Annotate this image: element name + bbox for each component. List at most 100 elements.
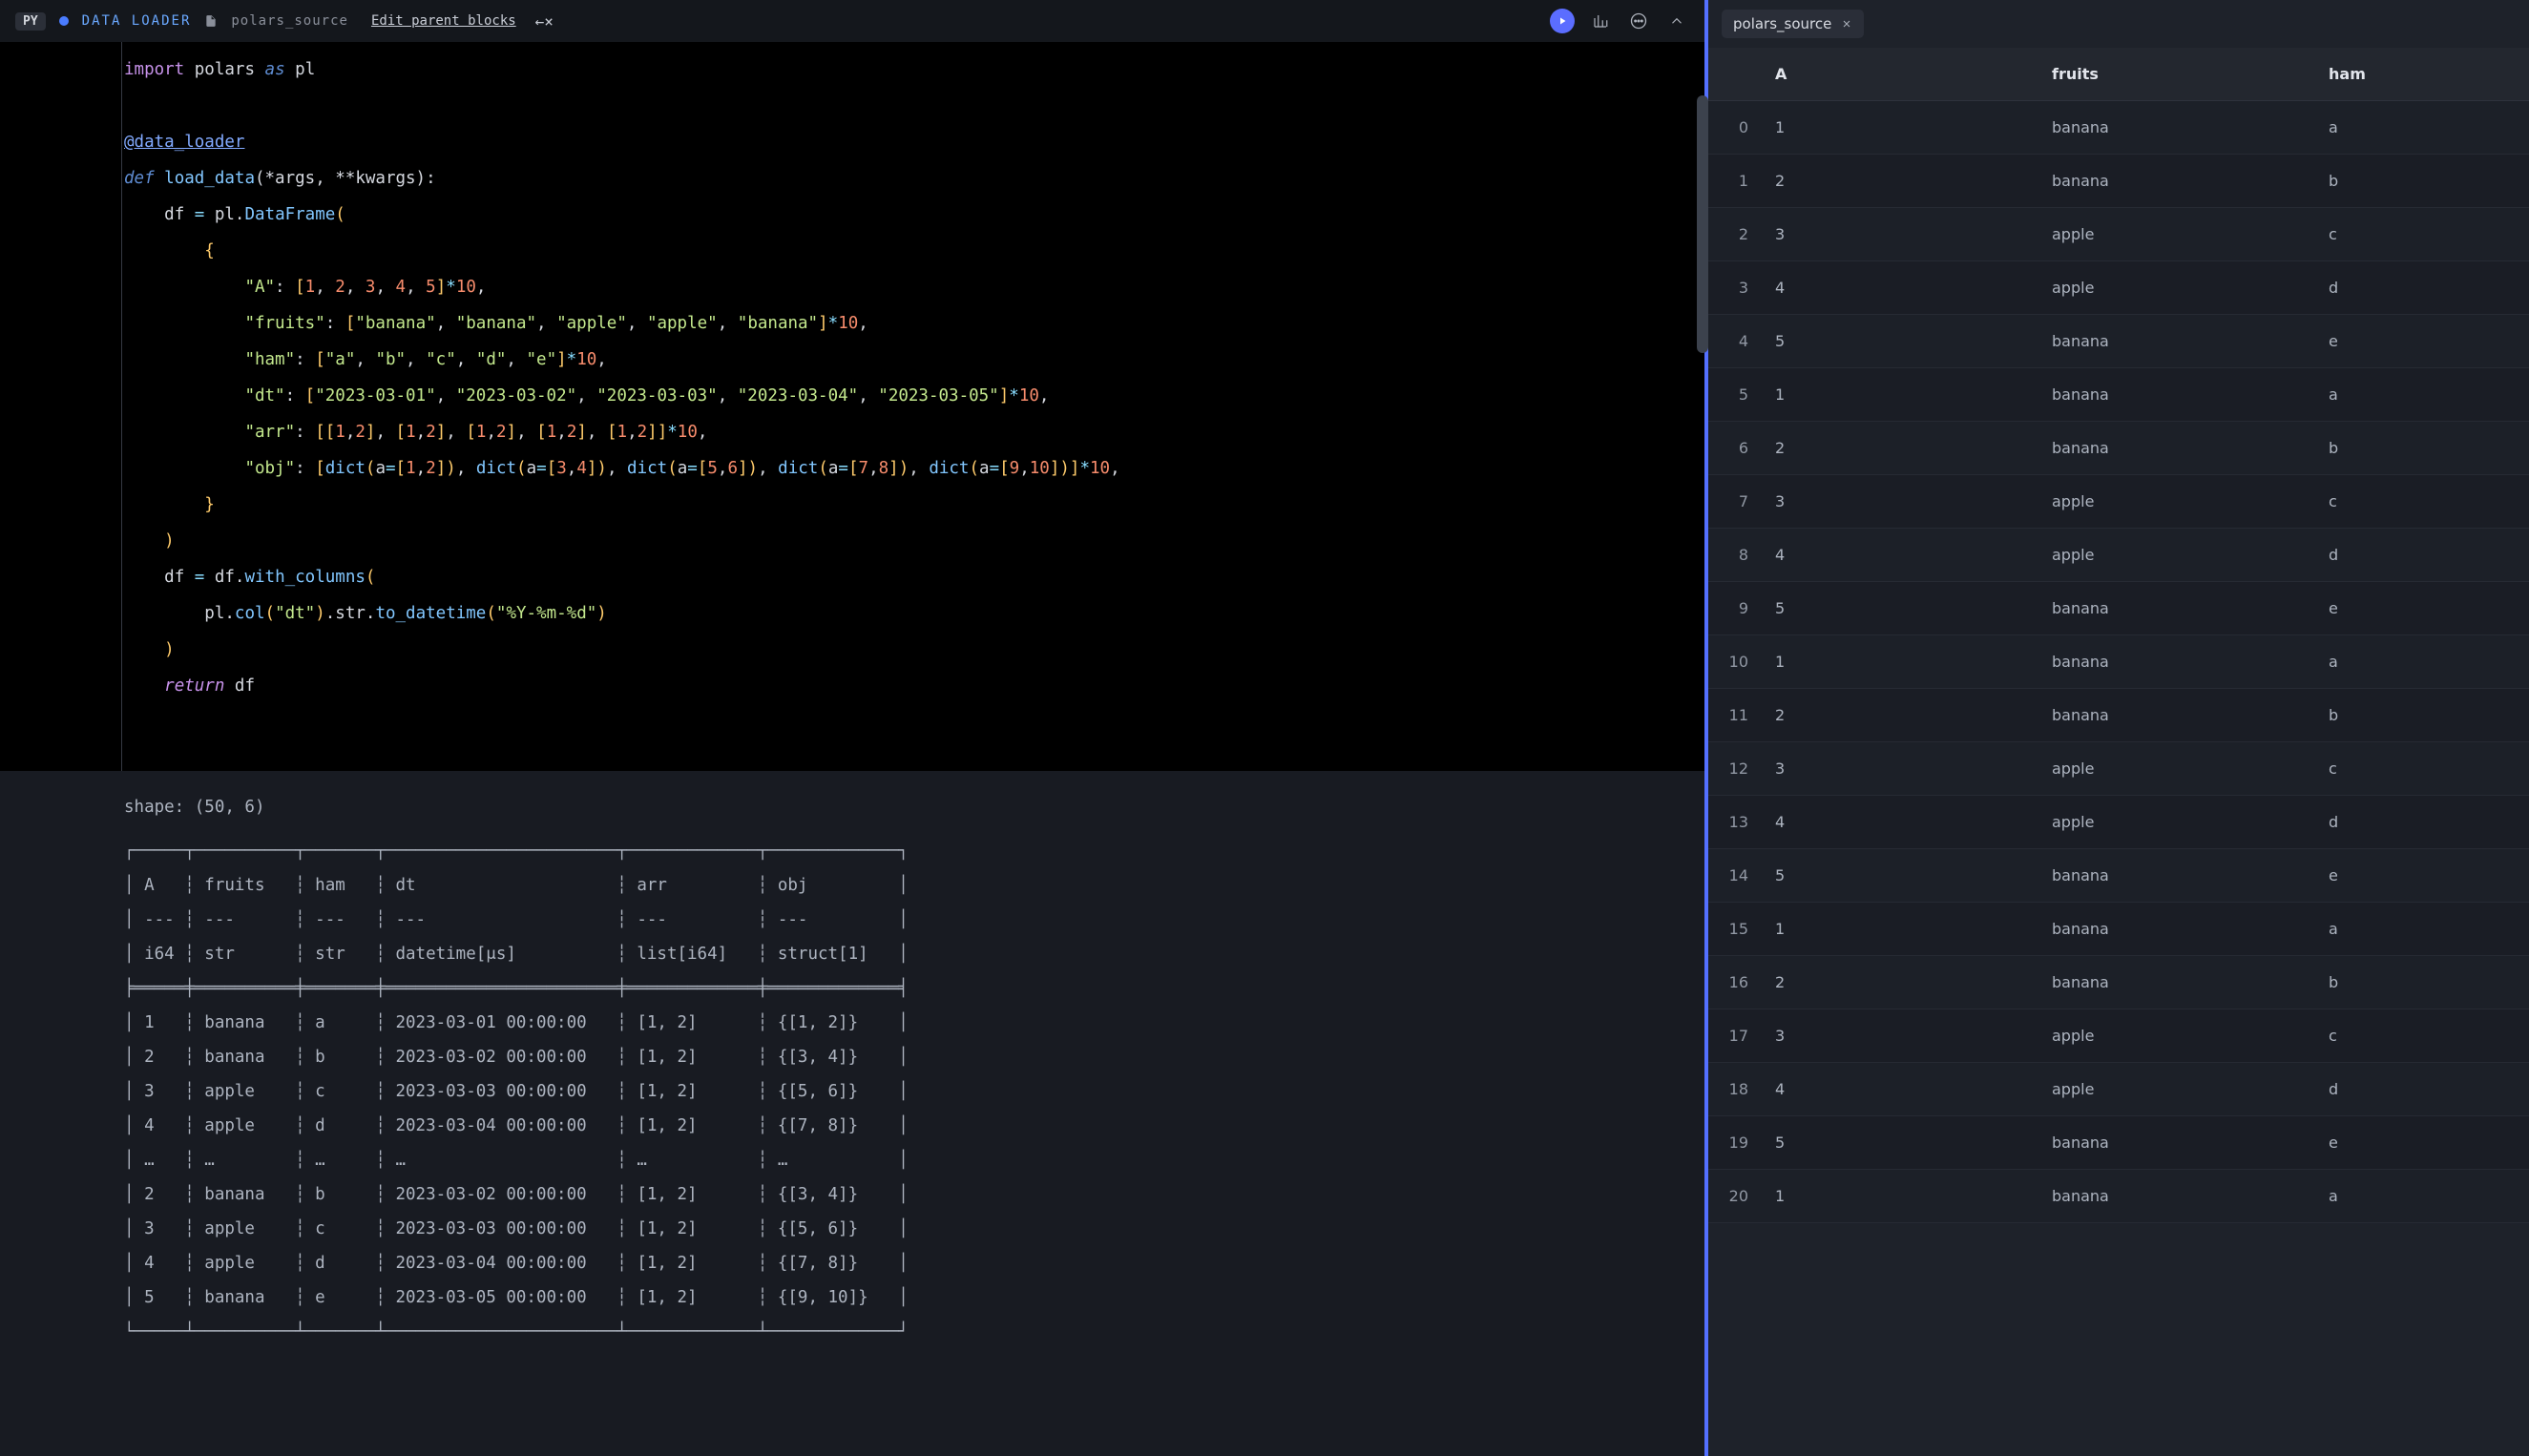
index-header: [1708, 48, 1762, 100]
table-row[interactable]: 95bananae: [1708, 582, 2529, 635]
table-row[interactable]: 84appled: [1708, 529, 2529, 582]
cell-fruits: apple: [2038, 1063, 2315, 1115]
col-header-ham[interactable]: ham: [2315, 48, 2529, 100]
row-index: 14: [1708, 849, 1762, 902]
cell-ham: d: [2315, 796, 2529, 848]
row-index: 11: [1708, 689, 1762, 741]
cell-fruits: apple: [2038, 742, 2315, 795]
chart-button[interactable]: [1588, 9, 1613, 33]
cell-fruits: banana: [2038, 903, 2315, 955]
row-index: 15: [1708, 903, 1762, 955]
cell-fruits: banana: [2038, 689, 2315, 741]
table-row[interactable]: 134appled: [1708, 796, 2529, 849]
cell-A: 2: [1762, 155, 2038, 207]
table-row[interactable]: 162bananab: [1708, 956, 2529, 1009]
preview-tab[interactable]: polars_source: [1722, 10, 1864, 38]
cell-A: 3: [1762, 208, 2038, 260]
table-row[interactable]: 51bananaa: [1708, 368, 2529, 422]
cell-fruits: banana: [2038, 422, 2315, 474]
cell-ham: b: [2315, 155, 2529, 207]
table-row[interactable]: 45bananae: [1708, 315, 2529, 368]
cell-ham: e: [2315, 849, 2529, 902]
cell-A: 3: [1762, 742, 2038, 795]
cell-ham: b: [2315, 689, 2529, 741]
row-index: 17: [1708, 1009, 1762, 1062]
cell-fruits: banana: [2038, 1170, 2315, 1222]
editor-pane: PY DATA LOADER polars_source Edit parent…: [0, 0, 1704, 1456]
cell-ham: c: [2315, 742, 2529, 795]
table-row[interactable]: 112bananab: [1708, 689, 2529, 742]
cell-ham: d: [2315, 529, 2529, 581]
cell-fruits: apple: [2038, 796, 2315, 848]
cell-A: 4: [1762, 796, 2038, 848]
cell-ham: d: [2315, 261, 2529, 314]
close-arrows-icon[interactable]: ←×: [535, 12, 554, 31]
run-button[interactable]: [1550, 9, 1575, 33]
table-row[interactable]: 123applec: [1708, 742, 2529, 796]
cell-fruits: apple: [2038, 475, 2315, 528]
cell-A: 1: [1762, 1170, 2038, 1222]
block-header: PY DATA LOADER polars_source Edit parent…: [0, 0, 1704, 42]
cell-ham: b: [2315, 422, 2529, 474]
cell-A: 4: [1762, 1063, 2038, 1115]
edit-parent-link[interactable]: Edit parent blocks: [371, 13, 516, 29]
output-table: ┌─────┬──────────┬───────┬──────────────…: [124, 834, 1704, 1349]
row-index: 5: [1708, 368, 1762, 421]
cell-ham: c: [2315, 1009, 2529, 1062]
data-table[interactable]: A fruits ham 01bananaa12bananab23applec3…: [1708, 48, 2529, 1456]
play-icon: [1557, 15, 1568, 27]
chevron-up-button[interactable]: [1664, 9, 1689, 33]
cell-A: 2: [1762, 422, 2038, 474]
table-row[interactable]: 101bananaa: [1708, 635, 2529, 689]
col-header-A[interactable]: A: [1762, 48, 2038, 100]
cell-ham: a: [2315, 635, 2529, 688]
cell-fruits: apple: [2038, 261, 2315, 314]
table-row[interactable]: 201bananaa: [1708, 1170, 2529, 1223]
more-horizontal-icon: [1629, 11, 1648, 31]
cell-ham: a: [2315, 903, 2529, 955]
table-row[interactable]: 173applec: [1708, 1009, 2529, 1063]
col-header-fruits[interactable]: fruits: [2038, 48, 2315, 100]
table-row[interactable]: 73applec: [1708, 475, 2529, 529]
row-index: 3: [1708, 261, 1762, 314]
row-index: 6: [1708, 422, 1762, 474]
chevron-up-icon: [1668, 12, 1685, 30]
editor-scrollbar[interactable]: [1697, 95, 1708, 353]
cell-ham: e: [2315, 1116, 2529, 1169]
code-editor[interactable]: import polars as pl @data_loader def loa…: [0, 42, 1704, 771]
table-row[interactable]: 34appled: [1708, 261, 2529, 315]
table-row[interactable]: 12bananab: [1708, 155, 2529, 208]
cell-fruits: apple: [2038, 529, 2315, 581]
row-index: 0: [1708, 101, 1762, 154]
cell-ham: e: [2315, 582, 2529, 634]
more-button[interactable]: [1626, 9, 1651, 33]
close-icon[interactable]: [1841, 18, 1852, 30]
table-row[interactable]: 184appled: [1708, 1063, 2529, 1116]
table-row[interactable]: 195bananae: [1708, 1116, 2529, 1170]
cell-A: 5: [1762, 1116, 2038, 1169]
row-index: 18: [1708, 1063, 1762, 1115]
row-index: 20: [1708, 1170, 1762, 1222]
cell-A: 5: [1762, 315, 2038, 367]
row-index: 4: [1708, 315, 1762, 367]
preview-tab-bar: polars_source: [1708, 0, 2529, 48]
table-row[interactable]: 145bananae: [1708, 849, 2529, 903]
table-row[interactable]: 23applec: [1708, 208, 2529, 261]
cell-ham: d: [2315, 1063, 2529, 1115]
chart-icon: [1592, 12, 1609, 30]
block-type-label: DATA LOADER: [82, 13, 192, 29]
output-panel: shape: (50, 6) ┌─────┬──────────┬───────…: [0, 771, 1704, 1456]
table-row[interactable]: 01bananaa: [1708, 101, 2529, 155]
cell-A: 2: [1762, 689, 2038, 741]
cell-fruits: banana: [2038, 155, 2315, 207]
cell-fruits: apple: [2038, 208, 2315, 260]
output-shape: shape: (50, 6): [124, 798, 1704, 817]
file-icon: [204, 14, 218, 28]
table-row[interactable]: 62bananab: [1708, 422, 2529, 475]
row-index: 2: [1708, 208, 1762, 260]
cell-A: 3: [1762, 475, 2038, 528]
cell-fruits: banana: [2038, 101, 2315, 154]
table-row[interactable]: 151bananaa: [1708, 903, 2529, 956]
cell-A: 5: [1762, 582, 2038, 634]
cell-A: 1: [1762, 101, 2038, 154]
